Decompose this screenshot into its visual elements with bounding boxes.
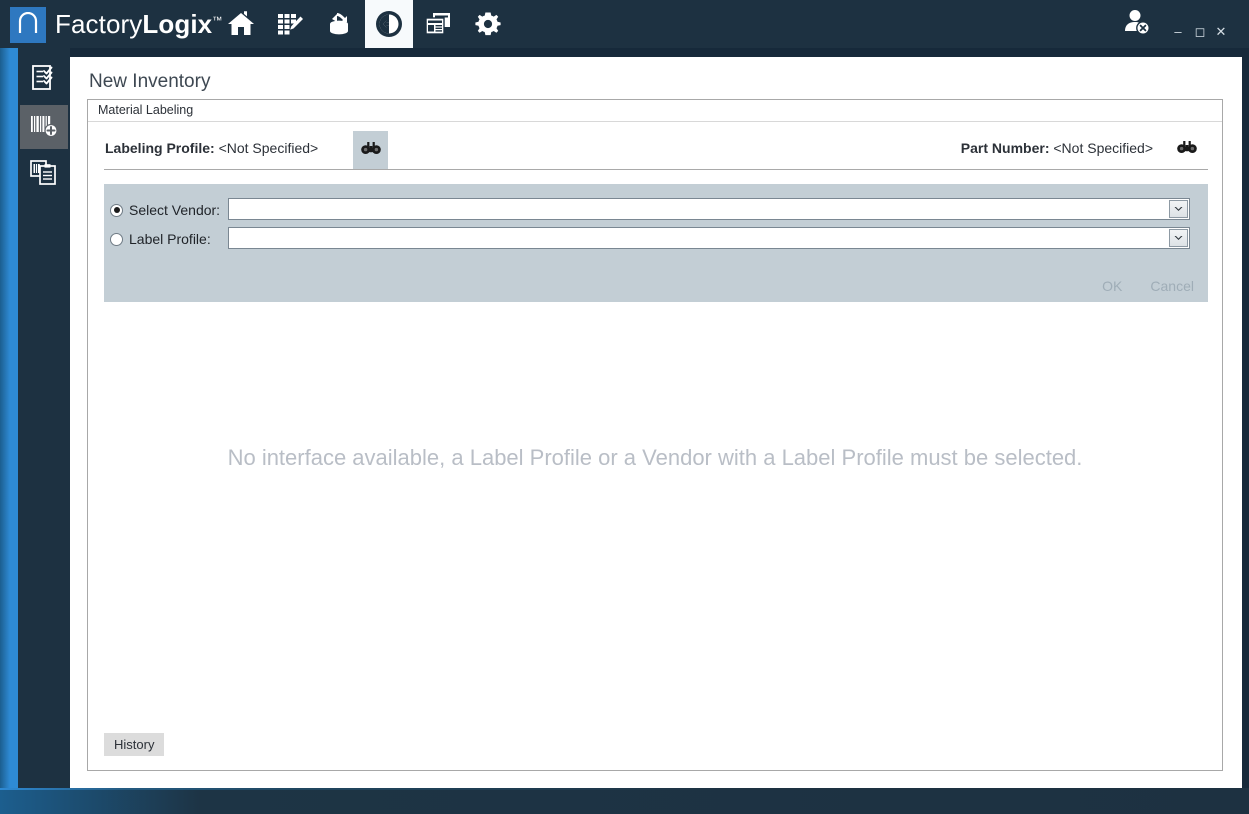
panel-header: Labeling Profile: <Not Specified> Part N… (88, 122, 1222, 184)
brand-prefix: Factory (55, 9, 143, 39)
part-number-value: <Not Specified> (1053, 140, 1153, 156)
process-nav-button[interactable] (315, 0, 363, 48)
arrows-circle-icon (374, 9, 404, 39)
binoculars-icon (360, 141, 382, 160)
part-number-find-button[interactable] (1174, 138, 1200, 160)
documents-copy-icon (29, 157, 59, 192)
brand-suffix: Logix (142, 9, 213, 39)
home-nav-button[interactable] (217, 0, 265, 48)
labeling-profile-summary: Labeling Profile: <Not Specified> (105, 140, 318, 156)
page-title: New Inventory (89, 71, 211, 92)
checklist-icon (30, 63, 58, 98)
labeling-profile-find-button[interactable] (353, 131, 388, 170)
planning-nav-button[interactable] (266, 0, 314, 48)
label-profile-radio[interactable] (110, 232, 123, 246)
windows-icon (423, 10, 453, 38)
label-profile-row[interactable]: Label Profile: (110, 227, 211, 251)
stack-hand-icon (325, 10, 353, 38)
gear-icon (474, 10, 502, 38)
chevron-down-icon[interactable] (1169, 200, 1188, 218)
materials-nav-button[interactable] (365, 0, 413, 48)
window-close-button[interactable]: ✕ (1211, 22, 1231, 40)
application-window: FactoryLogix™ – ◻ ✕ New Inventory Materi… (0, 0, 1249, 814)
top-navigation-bar: FactoryLogix™ – ◻ ✕ (0, 0, 1249, 48)
select-vendor-radio[interactable] (110, 203, 123, 217)
brand-logo: FactoryLogix™ (10, 6, 222, 43)
history-button[interactable]: History (104, 733, 165, 756)
home-icon (226, 10, 256, 38)
part-number-summary: Part Number: <Not Specified> (961, 140, 1153, 156)
sidebar-item-new-inventory[interactable] (20, 105, 68, 149)
sidebar-item-checklist[interactable] (20, 58, 68, 102)
labeling-profile-label: Labeling Profile: (105, 140, 215, 156)
window-maximize-button[interactable]: ◻ (1190, 22, 1210, 40)
main-content-area: New Inventory Material Labeling Labeling… (70, 57, 1242, 790)
grid-pencil-icon (275, 10, 305, 38)
sidebar-item-duplicate[interactable] (20, 152, 68, 196)
reports-nav-button[interactable] (414, 0, 462, 48)
window-minimize-button[interactable]: – (1168, 22, 1188, 40)
vendor-combobox[interactable] (228, 198, 1190, 220)
material-labeling-panel: Material Labeling Labeling Profile: <Not… (87, 99, 1223, 771)
selector-actions: OK Cancel (1098, 276, 1198, 296)
label-profile-label: Label Profile: (129, 231, 211, 247)
select-vendor-row[interactable]: Select Vendor: (110, 198, 220, 222)
chevron-down-icon[interactable] (1169, 229, 1188, 247)
left-sidebar (18, 48, 70, 790)
binoculars-icon (1176, 140, 1198, 159)
window-frame-accent-left (0, 48, 18, 790)
panel-tabstrip: Material Labeling (88, 100, 1222, 122)
empty-state-message: No interface available, a Label Profile … (227, 445, 1083, 470)
labeling-profile-value: <Not Specified> (218, 140, 319, 156)
barcode-plus-icon (29, 111, 59, 144)
brand-name: FactoryLogix™ (55, 9, 222, 40)
part-number-label: Part Number: (960, 140, 1050, 156)
vendor-input[interactable] (229, 199, 1168, 219)
tab-material-labeling[interactable]: Material Labeling (98, 103, 193, 117)
label-profile-combobox[interactable] (228, 227, 1190, 249)
header-divider (104, 169, 1208, 170)
select-vendor-label: Select Vendor: (129, 202, 221, 218)
settings-nav-button[interactable] (464, 0, 512, 48)
n-logo-icon (10, 6, 46, 43)
label-profile-input[interactable] (229, 228, 1168, 248)
cancel-button[interactable]: Cancel (1146, 276, 1198, 296)
user-logout-icon (1121, 7, 1153, 42)
window-frame-accent-bottom (0, 790, 1249, 814)
ok-button[interactable]: OK (1098, 276, 1126, 296)
label-source-selector-panel: Select Vendor: Label Profile: OK Cancel (104, 184, 1208, 302)
user-logout-button[interactable] (1118, 8, 1156, 40)
